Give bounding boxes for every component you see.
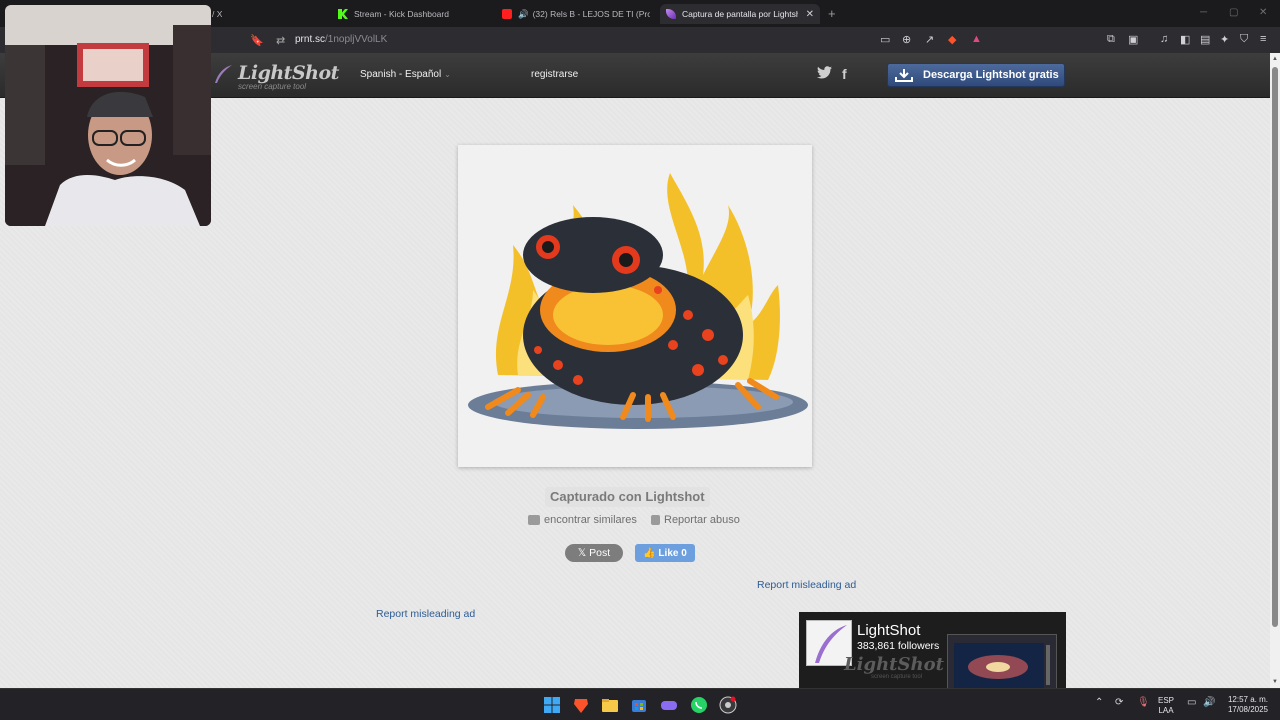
tab-lightshot[interactable]: Captura de pantalla por Lightsh ✕ xyxy=(660,4,820,24)
new-tab-button[interactable]: + xyxy=(828,6,836,21)
scroll-up-icon[interactable]: ▲ xyxy=(1272,56,1278,62)
cast-icon[interactable]: ▭ xyxy=(880,33,890,46)
zoom-icon[interactable]: ⊕ xyxy=(902,33,911,46)
sync-icon[interactable]: ⟳ xyxy=(1115,697,1123,708)
download-label: Descarga Lightshot gratis xyxy=(923,69,1059,81)
tab-x[interactable]: / X xyxy=(212,4,222,24)
captured-with-lightshot-label: Capturado con Lightshot xyxy=(545,487,710,507)
vpn-icon[interactable]: ⛉ xyxy=(1240,33,1248,46)
language-code: ESP xyxy=(1158,696,1175,705)
screenshot-icon[interactable]: ▣ xyxy=(1128,33,1138,46)
report-abuse-link[interactable]: Reportar abuso xyxy=(651,514,740,526)
url-path: /1nopljVVolLK xyxy=(325,34,388,45)
scroll-down-icon[interactable]: ▼ xyxy=(1272,679,1278,685)
minimize-icon[interactable]: ─ xyxy=(1200,7,1207,18)
find-similar-link[interactable]: encontrar similares xyxy=(528,514,637,526)
tab-label: / X xyxy=(212,9,223,19)
tab-label: (32) Rels B - LEJOS DE TI (Prod.B xyxy=(532,9,650,19)
obs-icon[interactable] xyxy=(719,696,737,714)
twitter-icon[interactable] xyxy=(817,66,832,82)
report-misleading-ad-link-left[interactable]: Report misleading ad xyxy=(376,608,475,620)
tab-youtube[interactable]: 🔊 (32) Rels B - LEJOS DE TI (Prod.B xyxy=(502,4,650,24)
close-window-icon[interactable]: ✕ xyxy=(1259,7,1267,18)
brave-shield-icon[interactable]: ◆ xyxy=(948,33,956,46)
kick-icon xyxy=(338,9,348,19)
webcam-feed xyxy=(5,5,211,226)
brave-browser-icon[interactable] xyxy=(572,696,590,714)
facebook-icon[interactable]: f xyxy=(842,66,847,82)
brave-rewards-icon[interactable]: ▲ xyxy=(971,33,982,45)
fb-cover-watermark-sub: screen capture tool xyxy=(871,674,923,680)
game-controller-icon[interactable] xyxy=(660,696,678,714)
clock-time: 12:57 a. m. xyxy=(1227,695,1269,704)
lightshot-logo[interactable]: LightShot xyxy=(238,62,339,84)
feather-logo-icon xyxy=(215,65,232,83)
frog-illustration xyxy=(468,173,808,429)
camera-icon xyxy=(528,515,540,525)
keyboard-layout: LAA xyxy=(1158,706,1174,715)
fb-followers: 383,861 followers xyxy=(857,640,940,652)
extensions-icon[interactable]: ⧉ xyxy=(1107,33,1115,46)
report-abuse-label: Reportar abuso xyxy=(664,514,740,526)
url-domain: prnt.sc xyxy=(295,34,326,45)
download-button[interactable]: Descarga Lightshot gratis xyxy=(887,63,1065,87)
url-field[interactable]: prnt.sc/1nopljVVolLK xyxy=(295,34,387,45)
download-icon xyxy=(895,69,913,82)
site-settings-icon[interactable]: ⇄ xyxy=(276,34,285,47)
chevron-up-icon[interactable]: ⌃ xyxy=(1095,697,1103,708)
clock-date: 17/08/2025 xyxy=(1227,705,1269,714)
microphone-icon[interactable]: 🎙 xyxy=(1137,697,1150,708)
language-label: Spanish - Español xyxy=(360,69,442,80)
close-tab-icon[interactable]: ✕ xyxy=(806,9,814,20)
facebook-like-button[interactable]: 👍 Like 0 xyxy=(635,544,695,562)
input-language[interactable]: ESP LAA xyxy=(1158,696,1174,716)
language-selector[interactable]: Spanish - Español ⌄ xyxy=(360,69,451,80)
logo-subtitle: screen capture tool xyxy=(238,82,307,91)
find-similar-label: encontrar similares xyxy=(544,514,637,526)
share-icon[interactable]: ↗ xyxy=(925,33,934,46)
facebook-page-widget[interactable]: LightShot 383,861 followers LightShot sc… xyxy=(799,612,1066,688)
wallet-icon[interactable]: ▤ xyxy=(1200,33,1210,46)
clock[interactable]: 12:57 a. m. 17/08/2025 xyxy=(1222,695,1274,715)
report-misleading-ad-link-right[interactable]: Report misleading ad xyxy=(757,579,856,591)
speaker-icon: 🔊 xyxy=(518,8,529,19)
fb-page-name[interactable]: LightShot xyxy=(857,622,920,639)
taskbar: ⌃ ⟳ 🎙 ESP LAA ▭ 🔊 12:57 a. m. 17/08/2025 xyxy=(0,688,1280,720)
tab-label: Stream - Kick Dashboard xyxy=(354,9,449,19)
flag-icon xyxy=(651,515,660,525)
leo-ai-icon[interactable]: ✦ xyxy=(1220,33,1229,46)
maximize-icon[interactable]: ▢ xyxy=(1229,7,1238,18)
menu-icon[interactable]: ≡ xyxy=(1260,33,1266,45)
bookmark-icon[interactable]: 🔖 xyxy=(250,34,264,47)
music-icon[interactable]: ♫ xyxy=(1160,33,1168,45)
feather-icon xyxy=(666,9,676,19)
webcam-overlay xyxy=(5,5,211,226)
register-link[interactable]: registrarse xyxy=(531,69,578,80)
scrollbar-thumb[interactable] xyxy=(1272,67,1278,627)
x-post-button[interactable]: 𝕏 Post xyxy=(565,544,623,562)
volume-icon[interactable]: 🔊 xyxy=(1203,697,1215,708)
network-icon[interactable]: ▭ xyxy=(1187,697,1196,708)
microsoft-store-icon[interactable] xyxy=(630,696,648,714)
whatsapp-icon[interactable] xyxy=(690,696,708,714)
chevron-down-icon: ⌄ xyxy=(444,70,451,79)
sidebar-icon[interactable]: ◧ xyxy=(1180,33,1190,46)
tab-label: Captura de pantalla por Lightsh xyxy=(682,9,798,19)
youtube-icon xyxy=(502,9,512,19)
fb-cover-watermark: LightShot xyxy=(844,654,944,675)
screenshot-image[interactable] xyxy=(458,145,812,467)
tab-kick-dashboard[interactable]: Stream - Kick Dashboard xyxy=(338,4,449,24)
file-explorer-icon[interactable] xyxy=(601,696,619,714)
page-scrollbar[interactable]: ▲ ▼ xyxy=(1270,53,1280,688)
windows-start-icon[interactable] xyxy=(543,696,561,714)
fb-cover-preview xyxy=(947,634,1057,688)
